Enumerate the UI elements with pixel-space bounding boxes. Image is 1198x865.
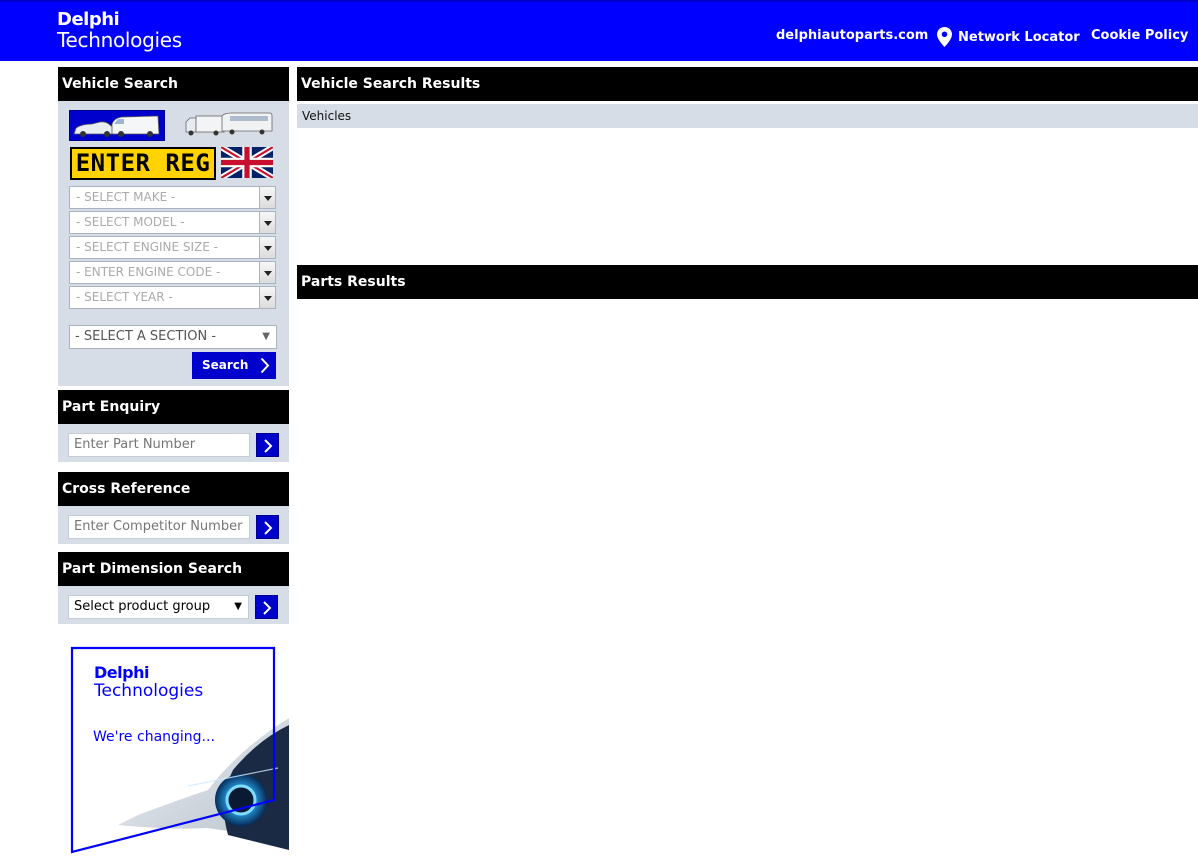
cross-reference-heading: Cross Reference — [58, 472, 289, 506]
part-enquiry-submit-button[interactable] — [256, 433, 279, 457]
search-button-label: Search — [202, 358, 249, 372]
caret-down-icon: ▼ — [234, 601, 242, 612]
engine-code-label: - ENTER ENGINE CODE - — [76, 265, 221, 279]
dimension-submit-button[interactable] — [255, 595, 278, 619]
select-section-dropdown[interactable]: - SELECT A SECTION - ▼ — [69, 325, 277, 349]
part-enquiry-heading: Part Enquiry — [58, 390, 289, 424]
caret-down-icon: ▼ — [262, 331, 270, 342]
parts-results-heading: Parts Results — [297, 265, 1198, 299]
vehicles-list-header: Vehicles — [297, 104, 1198, 128]
chevron-right-icon — [260, 357, 270, 374]
select-model-label: - SELECT MODEL - — [76, 215, 185, 229]
cross-reference-submit-button[interactable] — [256, 515, 279, 539]
advert-tagline: We're changing... — [93, 729, 215, 745]
map-pin-icon — [937, 27, 952, 47]
logo-line1: Delphi — [57, 9, 120, 30]
select-year-dropdown[interactable]: - SELECT YEAR - — [69, 286, 276, 309]
advert-logo-line1: Delphi — [94, 663, 149, 682]
select-model-dropdown[interactable]: - SELECT MODEL - — [69, 211, 276, 234]
top-navigation-bar: Delphi Technologies delphiautoparts.com … — [0, 0, 1198, 61]
cookie-policy-link[interactable]: Cookie Policy — [1091, 28, 1188, 43]
uk-flag-icon — [221, 147, 273, 178]
network-locator-link[interactable]: Network Locator — [937, 27, 1080, 47]
registration-plate-input[interactable]: ENTER REG — [70, 147, 216, 180]
part-dimension-heading: Part Dimension Search — [58, 552, 289, 586]
commercial-vehicle-tab[interactable] — [184, 110, 274, 138]
car-vehicle-tab[interactable] — [69, 110, 165, 141]
delphi-logo[interactable]: Delphi Technologies — [57, 10, 182, 52]
select-make-label: - SELECT MAKE - — [76, 190, 176, 204]
product-group-select[interactable]: Select product group ▼ — [68, 595, 249, 619]
chevron-right-icon — [264, 521, 273, 535]
vehicle-search-heading: Vehicle Search — [58, 67, 289, 101]
competitor-number-input[interactable]: Enter Competitor Number — [68, 515, 250, 539]
chevron-down-icon — [259, 287, 275, 308]
chevron-right-icon — [263, 601, 272, 615]
chevron-down-icon — [259, 187, 275, 208]
advert-logo-line2: Technologies — [94, 681, 204, 701]
select-engine-size-dropdown[interactable]: - SELECT ENGINE SIZE - — [69, 236, 276, 259]
select-year-label: - SELECT YEAR - — [76, 290, 173, 304]
logo-line2: Technologies — [57, 28, 182, 52]
chevron-down-icon — [259, 212, 275, 233]
select-section-label: - SELECT A SECTION - — [75, 329, 217, 344]
part-number-input[interactable]: Enter Part Number — [68, 433, 250, 457]
advert-logo: Delphi Technologies — [94, 664, 203, 701]
part-number-placeholder: Enter Part Number — [74, 437, 196, 452]
network-locator-label: Network Locator — [958, 29, 1080, 45]
chevron-down-icon — [259, 237, 275, 258]
truck-bus-icon — [185, 112, 273, 136]
product-group-label: Select product group — [74, 599, 211, 614]
chevron-down-icon — [259, 262, 275, 283]
select-engine-size-label: - SELECT ENGINE SIZE - — [76, 240, 219, 254]
delphiautoparts-link[interactable]: delphiautoparts.com — [776, 28, 928, 43]
vehicle-search-results-heading: Vehicle Search Results — [297, 67, 1198, 101]
chevron-right-icon — [264, 439, 273, 453]
engine-code-dropdown[interactable]: - ENTER ENGINE CODE - — [69, 261, 276, 284]
car-van-icon — [73, 115, 160, 137]
delphi-advert-banner[interactable]: Delphi Technologies We're changing... — [58, 640, 289, 860]
select-make-dropdown[interactable]: - SELECT MAKE - — [69, 186, 276, 209]
competitor-number-placeholder: Enter Competitor Number — [74, 519, 243, 534]
vehicle-search-button[interactable]: Search — [192, 352, 276, 379]
